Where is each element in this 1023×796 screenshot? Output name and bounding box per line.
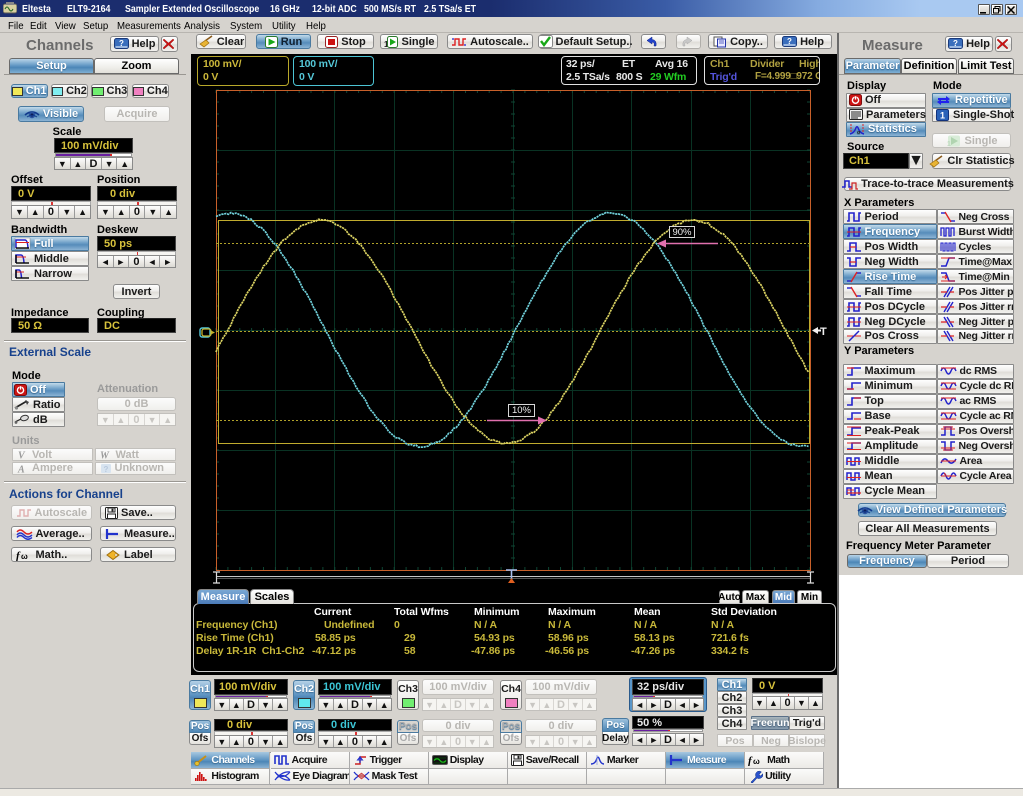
svg-text:W: W xyxy=(100,451,110,461)
svg-text:V: V xyxy=(18,451,26,461)
svg-text:1: 1 xyxy=(947,141,951,147)
svg-text:ω: ω xyxy=(21,552,28,561)
svg-text:A: A xyxy=(17,464,25,474)
svg-text:T: T xyxy=(820,326,827,337)
svg-text:1: 1 xyxy=(940,110,945,120)
svg-text:σ: σ xyxy=(857,130,861,135)
svg-text:ω: ω xyxy=(753,757,760,766)
svg-text:?: ? xyxy=(103,465,108,474)
svg-text:?: ? xyxy=(119,39,124,48)
svg-text:?: ? xyxy=(787,37,792,46)
svg-text:?: ? xyxy=(953,39,958,48)
